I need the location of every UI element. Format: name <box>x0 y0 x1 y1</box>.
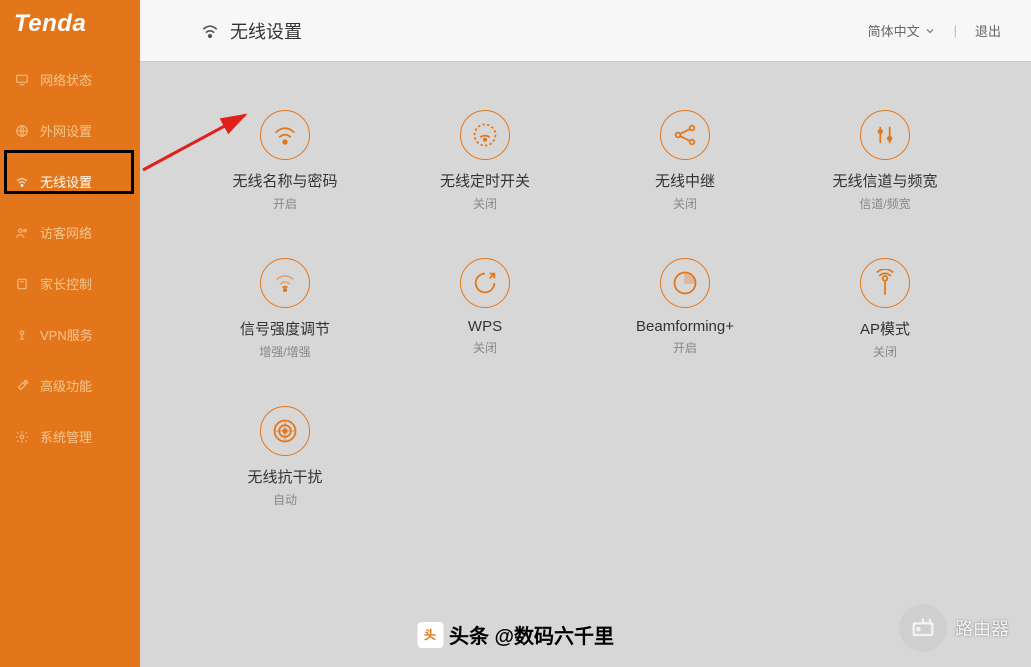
card-wps[interactable]: WPS 关闭 <box>390 250 580 368</box>
channel-icon <box>860 110 910 160</box>
wifi-icon <box>14 174 30 190</box>
sidebar: Tenda 网络状态 外网设置 无线设置 访客网络 家长控制 VPN服务 高级功… <box>0 0 140 667</box>
card-title: 无线信道与频宽 <box>832 170 937 191</box>
nav-label: VPN服务 <box>40 325 93 344</box>
nav-label: 系统管理 <box>40 427 92 446</box>
divider: | <box>954 23 957 38</box>
target-icon <box>260 406 310 456</box>
nav-guest-network[interactable]: 访客网络 <box>0 211 140 254</box>
card-status: 关闭 <box>473 339 497 356</box>
language-label: 简体中文 <box>868 21 920 40</box>
nav-label: 家长控制 <box>40 274 92 293</box>
watermark-text: 路由器 <box>955 615 1009 641</box>
nav-label: 网络状态 <box>40 70 92 89</box>
nav-advanced[interactable]: 高级功能 <box>0 364 140 407</box>
card-status: 关闭 <box>473 195 497 212</box>
card-anti-interference[interactable]: 无线抗干扰 自动 <box>190 398 380 516</box>
language-selector[interactable]: 简体中文 <box>868 21 936 40</box>
wps-icon <box>460 258 510 308</box>
card-wifi-name-password[interactable]: 无线名称与密码 开启 <box>190 102 380 220</box>
signal-icon <box>260 258 310 308</box>
nav-label: 高级功能 <box>40 376 92 395</box>
logout-link[interactable]: 退出 <box>975 21 1001 40</box>
toutiao-icon: 头 <box>417 622 443 648</box>
card-status: 开启 <box>273 195 297 212</box>
card-signal-strength[interactable]: 信号强度调节 增强/增强 <box>190 250 380 368</box>
nav-system-mgmt[interactable]: 系统管理 <box>0 415 140 458</box>
nav-network-status[interactable]: 网络状态 <box>0 58 140 101</box>
main-content: 无线名称与密码 开启 无线定时开关 关闭 无线中继 关闭 无线信道与频宽 信道/… <box>140 62 1031 667</box>
chevron-down-icon <box>924 25 936 37</box>
nav-wireless-settings[interactable]: 无线设置 <box>0 160 140 203</box>
nav-label: 无线设置 <box>40 172 92 191</box>
nav-vpn-service[interactable]: VPN服务 <box>0 313 140 356</box>
card-title: 无线名称与密码 <box>232 170 337 191</box>
logo: Tenda <box>0 0 140 58</box>
card-title: WPS <box>468 318 502 335</box>
clock-wifi-icon <box>460 110 510 160</box>
card-title: 无线定时开关 <box>440 170 530 191</box>
card-status: 开启 <box>673 339 697 356</box>
users-icon <box>14 225 30 241</box>
card-beamforming[interactable]: Beamforming+ 开启 <box>590 250 780 368</box>
tools-icon <box>14 378 30 394</box>
card-status: 关闭 <box>673 195 697 212</box>
attribution-label: 头条 @数码六千里 <box>449 620 614 649</box>
vpn-icon <box>14 327 30 343</box>
attribution-text: 头 头条 @数码六千里 <box>417 620 614 649</box>
watermark-icon <box>899 604 947 652</box>
header: 无线设置 简体中文 | 退出 <box>140 0 1031 62</box>
nav-label: 外网设置 <box>40 121 92 140</box>
nav-label: 访客网络 <box>40 223 92 242</box>
card-status: 自动 <box>273 491 297 508</box>
nav-wan-settings[interactable]: 外网设置 <box>0 109 140 152</box>
card-title: AP模式 <box>860 318 910 339</box>
card-wifi-relay[interactable]: 无线中继 关闭 <box>590 102 780 220</box>
card-ap-mode[interactable]: AP模式 关闭 <box>790 250 980 368</box>
card-status: 关闭 <box>873 343 897 360</box>
monitor-icon <box>14 72 30 88</box>
header-right: 简体中文 | 退出 <box>868 21 1001 40</box>
page-title: 无线设置 <box>200 18 302 44</box>
card-title: Beamforming+ <box>636 318 734 335</box>
card-title: 信号强度调节 <box>240 318 330 339</box>
nav-parental-control[interactable]: 家长控制 <box>0 262 140 305</box>
ap-icon <box>860 258 910 308</box>
card-status: 信道/频宽 <box>859 195 910 212</box>
card-wifi-channel[interactable]: 无线信道与频宽 信道/频宽 <box>790 102 980 220</box>
card-status: 增强/增强 <box>259 343 310 360</box>
card-title: 无线抗干扰 <box>247 466 322 487</box>
page-title-text: 无线设置 <box>230 18 302 44</box>
card-wifi-schedule[interactable]: 无线定时开关 关闭 <box>390 102 580 220</box>
shield-icon <box>14 276 30 292</box>
watermark: 路由器 <box>899 604 1009 652</box>
wifi-icon <box>260 110 310 160</box>
card-title: 无线中继 <box>655 170 715 191</box>
beam-icon <box>660 258 710 308</box>
relay-icon <box>660 110 710 160</box>
gear-icon <box>14 429 30 445</box>
card-grid: 无线名称与密码 开启 无线定时开关 关闭 无线中继 关闭 无线信道与频宽 信道/… <box>190 102 981 516</box>
wifi-icon <box>200 21 220 41</box>
globe-icon <box>14 123 30 139</box>
